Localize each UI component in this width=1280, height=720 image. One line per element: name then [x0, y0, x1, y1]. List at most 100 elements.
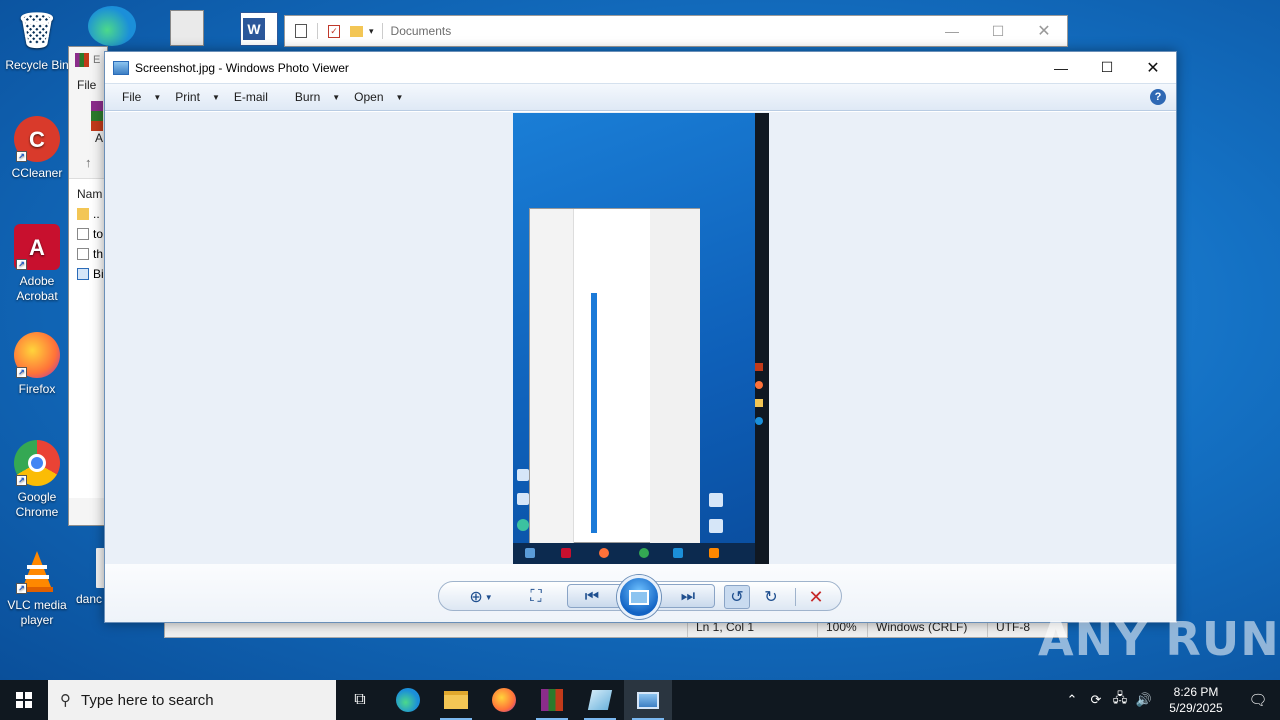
help-icon[interactable]: ?: [1150, 89, 1166, 105]
desktop-icon-image-partial[interactable]: [170, 10, 204, 46]
photo-viewer-window[interactable]: Screenshot.jpg - Windows Photo Viewer — …: [104, 51, 1177, 623]
rotated-bottom-bar: [513, 543, 755, 564]
desktop-icon-label: Google Chrome: [15, 490, 59, 519]
notepad-icon: [295, 24, 307, 38]
taskbar-winrar[interactable]: [528, 680, 576, 720]
acrobat-icon: A ↗: [14, 224, 60, 270]
desktop-icon-label: Firefox: [18, 382, 56, 396]
desktop-icon-ccleaner[interactable]: C ↗ CCleaner: [0, 116, 74, 181]
taskbar-edge[interactable]: [384, 680, 432, 720]
chevron-up-icon[interactable]: ⌃: [1060, 692, 1084, 708]
desktop-icon-google-chrome[interactable]: ↗ Google Chrome: [0, 440, 74, 520]
vlc-icon: ↗: [14, 548, 60, 594]
winrar-icon: [541, 689, 563, 711]
folder-icon[interactable]: [350, 25, 363, 37]
taskbar-photo-viewer[interactable]: [624, 680, 672, 720]
task-view-icon: ⧉: [354, 691, 366, 708]
desktop-icon-label: VLC media player: [7, 598, 67, 627]
image-canvas[interactable]: [105, 112, 1176, 564]
windows-logo-icon: [16, 692, 32, 708]
previous-icon[interactable]: ⏮: [579, 585, 605, 609]
maximize-button[interactable]: ☐: [1084, 52, 1130, 83]
maximize-button[interactable]: ☐: [975, 23, 1021, 40]
desktop-icon-edge-partial[interactable]: [88, 6, 136, 46]
column-header-name[interactable]: Nam: [69, 179, 107, 201]
start-button[interactable]: [0, 680, 48, 720]
desktop-icon-label: Recycle Bin: [5, 58, 69, 72]
folder-icon: [444, 691, 468, 709]
rotate-clockwise-icon[interactable]: ↻: [758, 585, 784, 609]
taskbar-file-explorer[interactable]: [432, 680, 480, 720]
slideshow-icon: [629, 589, 649, 605]
search-icon: ⚲: [60, 692, 71, 709]
list-item[interactable]: ..: [69, 201, 107, 221]
recycle-bin-icon: 🗑: [15, 11, 59, 50]
file-icon: [77, 228, 89, 240]
desktop-icon-label: danc: [76, 592, 103, 606]
photo-viewer-menubar: File ▼ Print ▼ E-mail Burn ▼ Open ▼ ?: [105, 83, 1176, 111]
volume-icon[interactable]: 🔊: [1132, 692, 1156, 708]
close-button[interactable]: ✕: [1021, 21, 1067, 41]
desktop-icon-recycle-bin[interactable]: 🗑 Recycle Bin: [0, 8, 74, 73]
photo-viewer-toolbar: ⊕ ▼ ⛶ ⏮ ⏭ ↺ ↻ ✕: [438, 575, 842, 619]
photo-viewer-controls: ⊕ ▼ ⛶ ⏮ ⏭ ↺ ↻ ✕: [105, 564, 1176, 622]
delete-icon[interactable]: ✕: [803, 585, 829, 609]
close-button[interactable]: ✕: [1130, 52, 1176, 83]
clock-date: 5/29/2025: [1169, 701, 1223, 715]
folder-icon: [77, 208, 89, 220]
desktop-icon-vlc[interactable]: ↗ VLC media player: [0, 548, 74, 628]
clock[interactable]: 8:26 PM 5/29/2025: [1156, 684, 1236, 716]
actual-size-icon[interactable]: ⛶: [523, 585, 549, 609]
chevron-down-icon: ▼: [395, 92, 404, 102]
search-placeholder: Type here to search: [81, 691, 214, 709]
menu-print[interactable]: Print ▼: [168, 83, 227, 111]
network-icon[interactable]: 🖧: [1108, 689, 1132, 711]
zoom-icon[interactable]: ⊕ ▼: [463, 585, 499, 609]
menu-email[interactable]: E-mail: [227, 83, 288, 111]
image-file-icon: [77, 268, 89, 280]
taskbar-search-box[interactable]: ⚲ Type here to search: [48, 680, 336, 720]
desktop-icon-adobe-acrobat[interactable]: A ↗ Adobe Acrobat: [0, 224, 74, 304]
chevron-down-icon[interactable]: ▾: [369, 26, 374, 37]
menu-open[interactable]: Open ▼: [347, 83, 410, 111]
task-view-button[interactable]: ⧉: [336, 680, 384, 720]
notification-icon[interactable]: 🗨: [1236, 691, 1280, 709]
shortcut-arrow-icon: ↗: [16, 367, 27, 378]
minimize-button[interactable]: —: [929, 23, 975, 39]
next-icon[interactable]: ⏭: [675, 585, 701, 609]
ccleaner-icon: C ↗: [14, 116, 60, 162]
minimize-button[interactable]: —: [1038, 52, 1084, 83]
shortcut-arrow-icon: ↗: [16, 475, 27, 486]
list-item[interactable]: Bi: [69, 261, 107, 281]
rotate-counterclockwise-icon[interactable]: ↺: [724, 585, 750, 609]
edge-icon: [396, 688, 420, 712]
window-title: Screenshot.jpg - Windows Photo Viewer: [135, 60, 349, 75]
up-arrow-icon[interactable]: ↑: [69, 145, 107, 170]
checkbox-icon[interactable]: ✓: [328, 24, 340, 38]
explorer-window[interactable]: E File A ↑ Nam .. to th Bi: [68, 46, 108, 526]
menu-burn[interactable]: Burn ▼: [288, 83, 347, 111]
notepad-titlebar[interactable]: ✓ ▾ Documents — ☐ ✕: [284, 15, 1068, 47]
taskbar-firefox[interactable]: [480, 680, 528, 720]
update-icon[interactable]: ⟳: [1084, 692, 1108, 708]
list-item[interactable]: th: [69, 241, 107, 261]
desktop-icon-firefox[interactable]: ↗ Firefox: [0, 332, 74, 397]
rotated-taskbar: [755, 113, 769, 564]
explorer-ribbon-icon: [91, 101, 103, 131]
chrome-icon: ↗: [14, 440, 60, 486]
photo-viewer-titlebar[interactable]: Screenshot.jpg - Windows Photo Viewer — …: [105, 52, 1176, 83]
slideshow-button[interactable]: [617, 575, 661, 619]
shortcut-arrow-icon: ↗: [16, 151, 27, 162]
explorer-menu-file[interactable]: File: [69, 73, 107, 97]
winrar-icon: [75, 53, 89, 67]
explorer-titlebar: E: [69, 47, 107, 73]
explorer-ribbon-label: A: [95, 131, 104, 145]
photo-viewer-icon: [113, 60, 129, 75]
desktop-icon-word-partial[interactable]: W: [240, 12, 278, 46]
taskbar-notepad[interactable]: [576, 680, 624, 720]
list-item[interactable]: to: [69, 221, 107, 241]
shortcut-arrow-icon: ↗: [16, 583, 27, 594]
menu-file[interactable]: File ▼: [115, 83, 168, 111]
rotated-window: [529, 208, 700, 544]
taskbar: ⚲ Type here to search ⧉ ⌃ ⟳ 🖧 🔊 8:26 PM …: [0, 680, 1280, 720]
